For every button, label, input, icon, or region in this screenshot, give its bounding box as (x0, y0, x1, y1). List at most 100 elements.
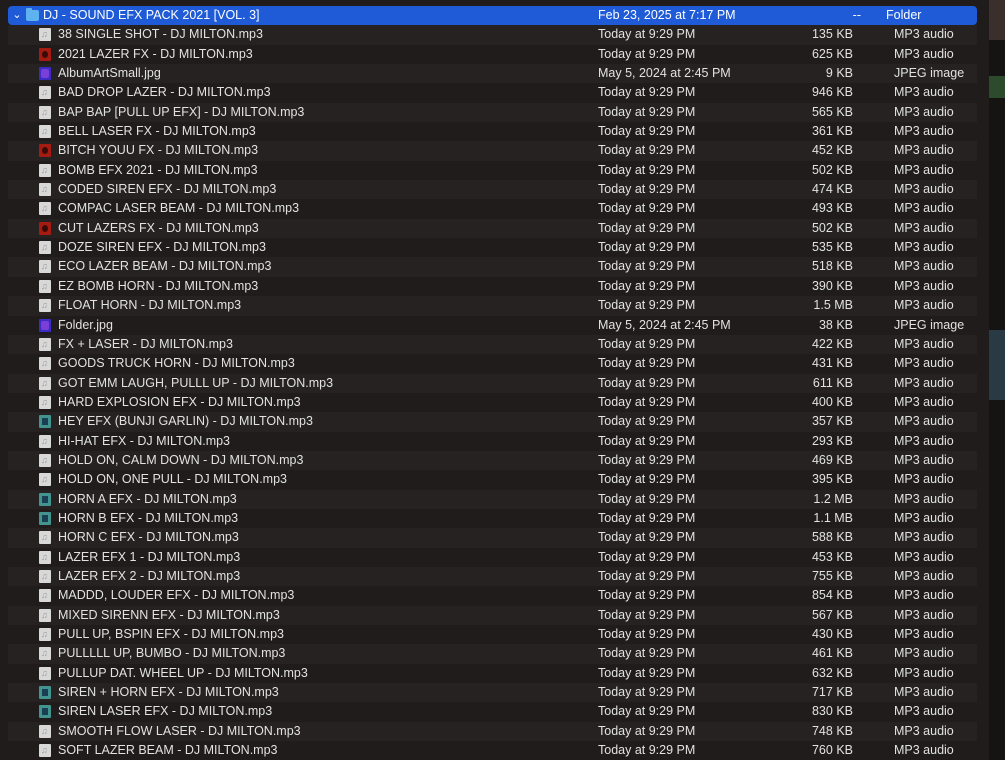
file-kind: MP3 audio (894, 46, 954, 61)
file-size: 830 KB (811, 704, 853, 719)
file-kind: MP3 audio (894, 685, 954, 700)
file-row[interactable]: 2021 LAZER FX - DJ MILTON.mp3 Today at 9:… (8, 44, 977, 65)
file-row[interactable]: HOLD ON, CALM DOWN - DJ MILTON.mp3 Today … (8, 450, 977, 471)
file-date: Today at 9:29 PM (598, 298, 696, 313)
file-row[interactable]: Folder.jpg May 5, 2024 at 2:45 PM 38 KB JPE… (8, 315, 977, 335)
file-row[interactable]: DOZE SIREN EFX - DJ MILTON.mp3 Today at 9… (8, 238, 977, 258)
folder-icon (26, 8, 39, 21)
file-row[interactable]: CODED SIREN EFX - DJ MILTON.mp3 Today at … (8, 180, 977, 200)
file-row[interactable]: ECO LAZER BEAM - DJ MILTON.mp3 Today at 9… (8, 257, 977, 277)
audio-file-icon (39, 238, 51, 257)
file-row[interactable]: CUT LAZERS FX - DJ MILTON.mp3 Today at 9:… (8, 218, 977, 239)
file-row[interactable]: AlbumArtSmall.jpg May 5, 2024 at 2:45 PM 9… (8, 64, 977, 84)
folder-name: DJ - SOUND EFX PACK 2021 [VOL. 3] (43, 8, 260, 22)
file-date: Today at 9:29 PM (598, 336, 696, 351)
file-row[interactable]: HORN A EFX - DJ MILTON.mp3 Today at 9:29 … (8, 489, 977, 509)
file-row[interactable]: FX + LASER - DJ MILTON.mp3 Today at 9:29 … (8, 334, 977, 355)
file-row[interactable]: PULLUP DAT. WHEEL UP - DJ MILTON.mp3 Toda… (8, 663, 977, 684)
file-kind: MP3 audio (894, 472, 954, 487)
file-name: BOMB EFX 2021 - DJ MILTON.mp3 (58, 162, 258, 177)
file-name: HI-HAT EFX - DJ MILTON.mp3 (58, 433, 231, 448)
file-name: CUT LAZERS FX - DJ MILTON.mp3 (58, 220, 259, 235)
file-row[interactable]: GOT EMM LAUGH, PULLL UP - DJ MILTON.mp3 T… (8, 373, 977, 393)
file-size: 474 KB (811, 182, 853, 197)
file-date: Today at 9:29 PM (598, 549, 696, 564)
file-row[interactable]: BOMB EFX 2021 - DJ MILTON.mp3 Today at 9:… (8, 160, 977, 181)
file-row[interactable]: SIREN + HORN EFX - DJ MILTON.mp3 Today at… (8, 683, 977, 703)
file-row[interactable]: BELL LASER FX - DJ MILTON.mp3 Today at 9:… (8, 122, 977, 142)
file-row[interactable]: MIXED SIRENN EFX - DJ MILTON.mp3 Today at… (8, 605, 977, 625)
file-kind: MP3 audio (894, 298, 954, 313)
file-name: GOODS TRUCK HORN - DJ MILTON.mp3 (58, 356, 295, 371)
file-kind: MP3 audio (894, 704, 954, 719)
file-kind: MP3 audio (894, 568, 954, 583)
file-kind: MP3 audio (894, 104, 954, 119)
file-size: 453 KB (811, 549, 853, 564)
file-row[interactable]: HORN B EFX - DJ MILTON.mp3 Today at 9:29 … (8, 508, 977, 529)
file-kind: MP3 audio (894, 414, 954, 429)
file-size: 611 KB (812, 375, 853, 390)
file-name: HORN C EFX - DJ MILTON.mp3 (58, 530, 239, 545)
file-kind: MP3 audio (894, 162, 954, 177)
file-name: HARD EXPLOSION EFX - DJ MILTON.mp3 (58, 394, 301, 409)
file-date: Today at 9:29 PM (598, 46, 696, 61)
file-row[interactable]: MADDD, LOUDER EFX - DJ MILTON.mp3 Today a… (8, 586, 977, 606)
file-row[interactable]: HOLD ON, ONE PULL - DJ MILTON.mp3 Today a… (8, 470, 977, 490)
file-name: HEY EFX (BUNJI GARLIN) - DJ MILTON.mp3 (58, 414, 313, 429)
file-row[interactable]: FLOAT HORN - DJ MILTON.mp3 Today at 9:29 … (8, 296, 977, 316)
file-row[interactable]: LAZER EFX 1 - DJ MILTON.mp3 Today at 9:29… (8, 547, 977, 567)
file-row[interactable]: LAZER EFX 2 - DJ MILTON.mp3 Today at 9:29… (8, 566, 977, 587)
file-name: PULL UP, BSPIN EFX - DJ MILTON.mp3 (58, 627, 284, 641)
file-row[interactable]: GOODS TRUCK HORN - DJ MILTON.mp3 Today at… (8, 354, 977, 374)
file-name: HORN A EFX - DJ MILTON.mp3 (58, 491, 237, 506)
file-size: 588 KB (811, 530, 853, 545)
file-row[interactable]: SIREN LASER EFX - DJ MILTON.mp3 Today at … (8, 702, 977, 722)
file-kind: MP3 audio (894, 240, 954, 255)
file-row[interactable]: HORN C EFX - DJ MILTON.mp3 Today at 9:29 … (8, 528, 977, 548)
audio-file-icon (39, 722, 51, 741)
file-row[interactable]: PULL UP, BSPIN EFX - DJ MILTON.mp3 Today … (8, 625, 977, 645)
file-row[interactable]: COMPAC LASER BEAM - DJ MILTON.mp3 Today a… (8, 199, 977, 219)
file-name: FLOAT HORN - DJ MILTON.mp3 (58, 298, 242, 313)
file-size: 625 KB (811, 46, 853, 61)
audio-file-icon (39, 83, 51, 102)
audio-file-icon (39, 567, 51, 586)
file-kind: MP3 audio (894, 201, 954, 216)
file-row[interactable]: HEY EFX (BUNJI GARLIN) - DJ MILTON.mp3 To… (8, 412, 977, 432)
folder-size: -- (852, 8, 861, 22)
audio-file-icon (39, 144, 51, 158)
file-row[interactable]: HARD EXPLOSION EFX - DJ MILTON.mp3 Today … (8, 392, 977, 413)
file-size: 565 KB (811, 104, 853, 119)
file-size: 493 KB (811, 201, 853, 216)
folder-row[interactable]: ⌄ DJ - SOUND EFX PACK 2021 [VOL. 3] Feb … (8, 6, 977, 26)
file-row[interactable]: PULLLLL UP, BUMBO - DJ MILTON.mp3 Today a… (8, 644, 977, 664)
audio-file-icon (39, 161, 51, 180)
file-date: Today at 9:29 PM (598, 685, 696, 700)
chevron-down-icon[interactable]: ⌄ (11, 6, 23, 25)
file-kind: MP3 audio (894, 85, 954, 100)
file-kind: MP3 audio (894, 491, 954, 506)
file-date: Today at 9:29 PM (598, 665, 696, 680)
file-row[interactable]: BAD DROP LAZER - DJ MILTON.mp3 Today at 9… (8, 83, 977, 103)
file-kind: MP3 audio (894, 278, 954, 293)
file-row[interactable]: SMOOTH FLOW LASER - DJ MILTON.mp3 Today a… (8, 721, 977, 742)
audio-file-icon (39, 374, 51, 393)
file-row[interactable]: BITCH YOUU FX - DJ MILTON.mp3 Today at 9:… (8, 141, 977, 161)
audio-file-icon (39, 354, 51, 373)
file-row[interactable]: SOFT LAZER BEAM - DJ MILTON.mp3 Today at … (8, 741, 977, 760)
audio-file-icon (39, 664, 51, 683)
audio-file-icon (39, 528, 51, 547)
audio-file-icon (39, 415, 51, 429)
file-row[interactable]: EZ BOMB HORN - DJ MILTON.mp3 Today at 9:2… (8, 276, 977, 297)
file-size: 431 KB (811, 356, 853, 371)
file-row[interactable]: 38 SINGLE SHOT - DJ MILTON.mp3 Today at 9… (8, 25, 977, 45)
file-name: BITCH YOUU FX - DJ MILTON.mp3 (58, 143, 259, 158)
file-kind: JPEG image (894, 66, 965, 81)
file-size: 9 KB (825, 66, 853, 81)
audio-file-icon (39, 393, 51, 412)
file-row[interactable]: HI-HAT EFX - DJ MILTON.mp3 Today at 9:29 … (8, 431, 977, 451)
audio-file-icon (39, 221, 51, 235)
audio-file-icon (39, 180, 51, 199)
file-row[interactable]: BAP BAP [PULL UP EFX] - DJ MILTON.mp3 Tod… (8, 102, 977, 123)
file-date: Today at 9:29 PM (598, 530, 696, 545)
